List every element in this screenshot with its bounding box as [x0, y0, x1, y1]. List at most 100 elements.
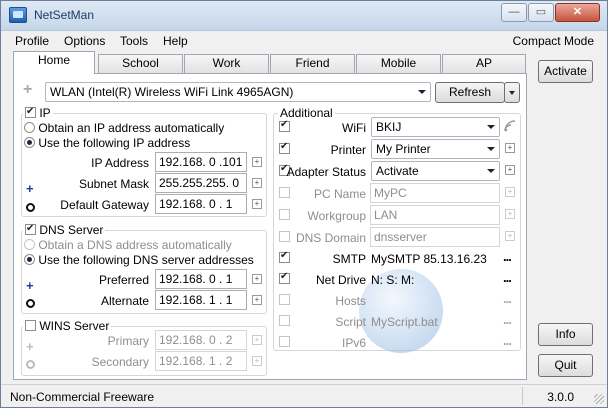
ip-manual-option[interactable]: Use the following IP address [24, 136, 190, 150]
subnet-mask-field[interactable]: 255.255.255. 0 [155, 173, 247, 193]
additional-group-label: Additional [278, 106, 335, 120]
workgroup-field[interactable]: LAN [370, 205, 500, 225]
ip-address-expand-icon[interactable]: + [252, 157, 262, 167]
close-button[interactable]: ✕ [555, 3, 600, 22]
tab-work[interactable]: Work [184, 54, 269, 73]
ip-checkbox[interactable] [25, 105, 36, 119]
minimize-button[interactable]: — [501, 3, 527, 22]
tab-friend[interactable]: Friend [270, 54, 355, 73]
ip-address-label: IP Address [91, 156, 149, 170]
printer-checkbox[interactable] [279, 141, 290, 154]
wins-secondary-field[interactable]: 192.168. 1 . 2 [155, 351, 247, 371]
dns-auto-radio[interactable] [24, 239, 35, 250]
dns-checkbox[interactable] [25, 222, 36, 236]
chevron-down-icon [487, 125, 495, 129]
alternate-dns-expand-icon[interactable]: + [252, 295, 262, 305]
wifi-select-value: BKIJ [376, 120, 402, 134]
default-gateway-field[interactable]: 192.168. 0 . 1 [155, 194, 247, 214]
add-ip-icon[interactable]: + [26, 181, 34, 196]
refresh-button[interactable]: Refresh [435, 82, 505, 103]
alternate-dns-field[interactable]: 192.168. 1 . 1 [155, 290, 247, 310]
dns-manual-label: Use the following DNS server addresses [38, 253, 254, 267]
activate-button[interactable]: Activate [538, 60, 593, 83]
dns-domain-expand-icon[interactable]: + [505, 231, 515, 241]
gateway-expand-icon[interactable]: + [252, 199, 262, 209]
dns-domain-checkbox[interactable] [279, 231, 290, 242]
adapter-select[interactable]: WLAN (Intel(R) Wireless WiFi Link 4965AG… [45, 82, 431, 102]
tab-home[interactable]: Home [13, 51, 95, 74]
printer-label: Printer [330, 143, 366, 157]
ip-auto-option[interactable]: Obtain an IP address automatically [24, 121, 224, 135]
workgroup-checkbox[interactable] [279, 209, 290, 220]
workgroup-expand-icon[interactable]: + [505, 209, 515, 219]
tab-school[interactable]: School [98, 54, 183, 73]
title-bar[interactable]: NetSetMan — ▭ ✕ [1, 1, 607, 31]
wins-secondary-expand-icon[interactable]: + [252, 356, 262, 366]
menu-profile[interactable]: Profile [15, 34, 49, 48]
app-icon [9, 7, 27, 23]
ipv6-label: IPv6 [341, 336, 366, 350]
tab-ap[interactable]: AP [442, 54, 526, 73]
wifi-checkbox[interactable] [279, 119, 290, 132]
hosts-more-button[interactable]: ... [503, 291, 512, 306]
tab-mobile[interactable]: Mobile [356, 54, 441, 73]
wins-primary-expand-icon[interactable]: + [252, 335, 262, 345]
dns-auto-option[interactable]: Obtain a DNS address automatically [24, 238, 232, 252]
ip-auto-label: Obtain an IP address automatically [38, 121, 225, 135]
add-dns-icon[interactable]: + [26, 278, 34, 293]
wins-primary-label: Primary [107, 334, 149, 348]
menu-tools[interactable]: Tools [120, 34, 148, 48]
dns-manual-option[interactable]: Use the following DNS server addresses [24, 253, 254, 267]
remove-ip-icon[interactable] [26, 203, 35, 212]
script-checkbox[interactable] [279, 315, 290, 326]
ip-manual-radio[interactable] [24, 137, 35, 148]
status-divider [522, 387, 523, 405]
compact-mode-link[interactable]: Compact Mode [513, 34, 594, 48]
script-more-button[interactable]: ... [503, 312, 512, 327]
add-adapter-icon[interactable]: + [23, 81, 32, 99]
adapter-status-select[interactable]: Activate [371, 161, 500, 181]
wifi-select[interactable]: BKIJ [371, 117, 500, 137]
ip-address-field[interactable]: 192.168. 0 .101 [155, 152, 247, 172]
resize-grip-icon[interactable] [594, 394, 604, 404]
net-drive-checkbox[interactable] [279, 271, 290, 284]
add-wins-icon[interactable]: + [26, 339, 34, 354]
remove-dns-icon[interactable] [26, 299, 35, 308]
pc-name-label: PC Name [313, 187, 366, 201]
chevron-down-icon [487, 169, 495, 173]
pc-name-checkbox[interactable] [279, 187, 290, 198]
dns-group-label: DNS Server [39, 223, 104, 237]
wins-checkbox[interactable] [25, 320, 36, 331]
info-button[interactable]: Info [538, 323, 593, 346]
pc-name-field[interactable]: MyPC [370, 183, 500, 203]
dns-manual-radio[interactable] [24, 254, 35, 265]
menu-options[interactable]: Options [64, 34, 105, 48]
net-drive-more-button[interactable]: ... [503, 270, 512, 285]
preferred-dns-field[interactable]: 192.168. 0 . 1 [155, 269, 247, 289]
wifi-signal-icon [504, 120, 516, 132]
preferred-dns-expand-icon[interactable]: + [252, 274, 262, 284]
smtp-more-button[interactable]: ... [503, 249, 512, 264]
hosts-checkbox[interactable] [279, 294, 290, 305]
window-title: NetSetMan [34, 8, 95, 22]
maximize-button[interactable]: ▭ [528, 3, 554, 22]
chevron-down-icon [509, 91, 515, 95]
wins-primary-field[interactable]: 192.168. 0 . 2 [155, 330, 247, 350]
adapter-status-expand-icon[interactable]: + [505, 165, 515, 175]
remove-wins-icon[interactable] [26, 360, 35, 369]
quit-button[interactable]: Quit [538, 354, 593, 377]
refresh-dropdown-button[interactable] [504, 82, 520, 103]
printer-select[interactable]: My Printer [371, 139, 500, 159]
dns-domain-field[interactable]: dnsserver [370, 227, 500, 247]
pc-name-expand-icon[interactable]: + [505, 187, 515, 197]
subnet-mask-expand-icon[interactable]: + [252, 178, 262, 188]
wins-secondary-label: Secondary [91, 355, 149, 369]
printer-expand-icon[interactable]: + [505, 143, 515, 153]
ip-auto-radio[interactable] [24, 122, 35, 133]
chevron-down-icon [418, 90, 426, 94]
dns-group-header: DNS Server [23, 222, 106, 237]
smtp-checkbox[interactable] [279, 250, 290, 263]
ipv6-more-button[interactable]: ... [503, 333, 512, 348]
ipv6-checkbox[interactable] [279, 336, 290, 347]
menu-help[interactable]: Help [163, 34, 188, 48]
